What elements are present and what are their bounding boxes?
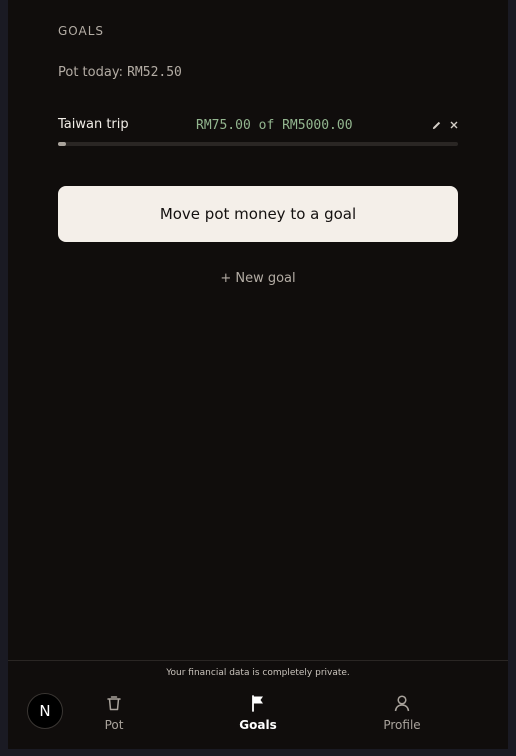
- new-goal-button[interactable]: + New goal: [58, 271, 458, 286]
- nav-item-pot[interactable]: Pot: [74, 693, 154, 737]
- nav-label-profile: Profile: [383, 718, 421, 732]
- section-heading: GOALS: [58, 24, 105, 38]
- goal-progress-text: RM75.00 of RM5000.00: [196, 118, 353, 133]
- nav-label-pot: Pot: [104, 718, 124, 732]
- goal-progress-bar: [58, 142, 458, 146]
- avatar[interactable]: N: [27, 693, 63, 729]
- flag-icon: [248, 693, 268, 713]
- nav-label-goals: Goals: [239, 718, 277, 732]
- goal-progress-fill: [58, 142, 66, 146]
- pot-icon: [104, 693, 124, 713]
- nav-item-goals[interactable]: Goals: [218, 693, 298, 737]
- goal-row: Taiwan trip RM75.00 of RM5000.00: [58, 116, 458, 136]
- privacy-note: Your financial data is completely privat…: [166, 668, 350, 678]
- nav-item-profile[interactable]: Profile: [362, 693, 442, 737]
- app-window: GOALS Pot today: RM52.50 Taiwan trip RM7…: [8, 0, 508, 749]
- pot-today: Pot today: RM52.50: [58, 65, 182, 80]
- close-icon[interactable]: [446, 117, 462, 133]
- bottom-bar: Your financial data is completely privat…: [8, 660, 508, 749]
- pencil-icon[interactable]: [428, 117, 444, 133]
- pot-today-amount: RM52.50: [127, 65, 182, 80]
- goal-name: Taiwan trip: [58, 117, 129, 132]
- pot-today-label: Pot today:: [58, 65, 128, 80]
- user-icon: [392, 693, 412, 713]
- move-pot-money-button[interactable]: Move pot money to a goal: [58, 186, 458, 242]
